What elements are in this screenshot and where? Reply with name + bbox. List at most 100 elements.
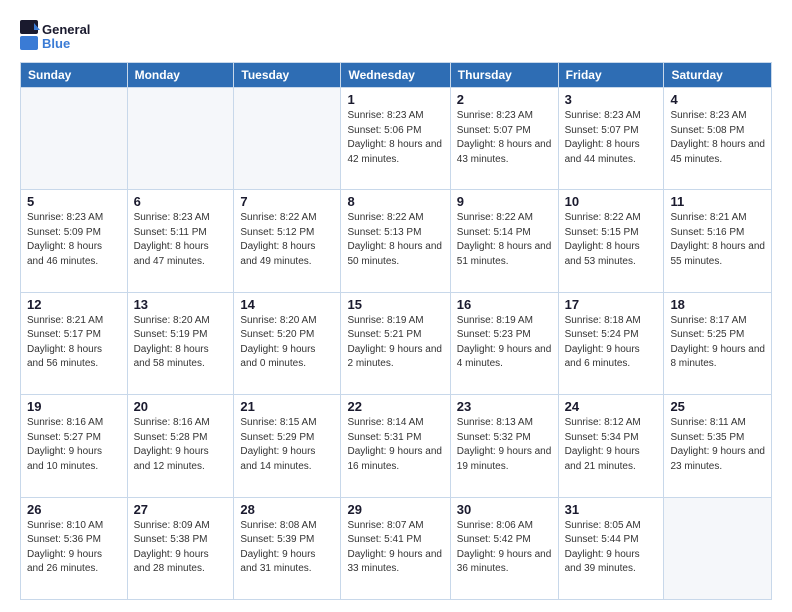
week-row-5: 26 Sunrise: 8:10 AM Sunset: 5:36 PM Dayli… (21, 497, 772, 599)
calendar-cell: 15Sunrise: 8:19 AM Sunset: 5:21 PM Dayli… (341, 292, 450, 394)
day-number: 23 (457, 399, 552, 414)
calendar-cell: 19 Sunrise: 8:16 AM Sunset: 5:27 PM Dayli… (21, 395, 128, 497)
day-number: 27 (134, 502, 228, 517)
weekday-header-row: SundayMondayTuesdayWednesdayThursdayFrid… (21, 63, 772, 88)
week-row-4: 19 Sunrise: 8:16 AM Sunset: 5:27 PM Dayli… (21, 395, 772, 497)
day-number: 1 (347, 92, 443, 107)
calendar-cell: 10Sunrise: 8:22 AM Sunset: 5:15 PM Dayli… (558, 190, 664, 292)
day-number: 11 (670, 194, 765, 209)
day-info: Sunrise: 8:23 AM Sunset: 5:06 PM Dayligh… (347, 109, 443, 167)
calendar-cell (21, 88, 128, 190)
day-info: Sunrise: 8:05 AM Sunset: 5:44 PM Dayligh… (565, 519, 658, 577)
day-info: Sunrise: 8:08 AM Sunset: 5:39 PM Dayligh… (240, 519, 334, 577)
calendar-cell: 14Sunrise: 8:20 AM Sunset: 5:20 PM Dayli… (234, 292, 341, 394)
svg-text:Blue: Blue (42, 36, 70, 51)
day-number: 21 (240, 399, 334, 414)
day-info: Sunrise: 8:10 AM Sunset: 5:36 PM Dayligh… (27, 519, 121, 577)
day-info: Sunrise: 8:09 AM Sunset: 5:38 PM Dayligh… (134, 519, 228, 577)
logo: General Blue (20, 18, 90, 54)
day-info: Sunrise: 8:23 AM Sunset: 5:11 PM Dayligh… (134, 211, 228, 269)
calendar-cell: 13 Sunrise: 8:20 AM Sunset: 5:19 PM Dayli… (127, 292, 234, 394)
calendar-cell: 28 Sunrise: 8:08 AM Sunset: 5:39 PM Dayli… (234, 497, 341, 599)
day-info: Sunrise: 8:23 AM Sunset: 5:09 PM Dayligh… (27, 211, 121, 269)
week-row-3: 12Sunrise: 8:21 AM Sunset: 5:17 PM Dayli… (21, 292, 772, 394)
logo-svg: General Blue (20, 18, 90, 54)
day-number: 18 (670, 297, 765, 312)
week-row-2: 5 Sunrise: 8:23 AM Sunset: 5:09 PM Daylig… (21, 190, 772, 292)
day-info: Sunrise: 8:16 AM Sunset: 5:27 PM Dayligh… (27, 416, 121, 474)
calendar-cell: 29Sunrise: 8:07 AM Sunset: 5:41 PM Dayli… (341, 497, 450, 599)
weekday-header-tuesday: Tuesday (234, 63, 341, 88)
calendar-cell: 8 Sunrise: 8:22 AM Sunset: 5:13 PM Daylig… (341, 190, 450, 292)
day-info: Sunrise: 8:19 AM Sunset: 5:23 PM Dayligh… (457, 314, 552, 372)
day-number: 17 (565, 297, 658, 312)
day-number: 13 (134, 297, 228, 312)
day-info: Sunrise: 8:18 AM Sunset: 5:24 PM Dayligh… (565, 314, 658, 372)
calendar-cell: 12Sunrise: 8:21 AM Sunset: 5:17 PM Dayli… (21, 292, 128, 394)
calendar-cell: 6Sunrise: 8:23 AM Sunset: 5:11 PM Daylig… (127, 190, 234, 292)
calendar-cell: 2 Sunrise: 8:23 AM Sunset: 5:07 PM Daylig… (450, 88, 558, 190)
day-number: 19 (27, 399, 121, 414)
calendar-cell: 20 Sunrise: 8:16 AM Sunset: 5:28 PM Dayli… (127, 395, 234, 497)
day-number: 8 (347, 194, 443, 209)
day-info: Sunrise: 8:20 AM Sunset: 5:20 PM Dayligh… (240, 314, 334, 372)
day-info: Sunrise: 8:11 AM Sunset: 5:35 PM Dayligh… (670, 416, 765, 474)
day-info: Sunrise: 8:17 AM Sunset: 5:25 PM Dayligh… (670, 314, 765, 372)
day-number: 29 (347, 502, 443, 517)
calendar-cell: 5 Sunrise: 8:23 AM Sunset: 5:09 PM Daylig… (21, 190, 128, 292)
day-number: 20 (134, 399, 228, 414)
day-info: Sunrise: 8:15 AM Sunset: 5:29 PM Dayligh… (240, 416, 334, 474)
week-row-1: 1 Sunrise: 8:23 AM Sunset: 5:06 PM Daylig… (21, 88, 772, 190)
day-info: Sunrise: 8:23 AM Sunset: 5:07 PM Dayligh… (565, 109, 658, 167)
day-number: 30 (457, 502, 552, 517)
weekday-header-wednesday: Wednesday (341, 63, 450, 88)
calendar-cell: 21 Sunrise: 8:15 AM Sunset: 5:29 PM Dayli… (234, 395, 341, 497)
weekday-header-saturday: Saturday (664, 63, 772, 88)
day-info: Sunrise: 8:21 AM Sunset: 5:16 PM Dayligh… (670, 211, 765, 269)
calendar-cell: 31Sunrise: 8:05 AM Sunset: 5:44 PM Dayli… (558, 497, 664, 599)
day-info: Sunrise: 8:22 AM Sunset: 5:12 PM Dayligh… (240, 211, 334, 269)
weekday-header-sunday: Sunday (21, 63, 128, 88)
calendar-cell: 22 Sunrise: 8:14 AM Sunset: 5:31 PM Dayli… (341, 395, 450, 497)
day-info: Sunrise: 8:12 AM Sunset: 5:34 PM Dayligh… (565, 416, 658, 474)
day-number: 26 (27, 502, 121, 517)
calendar-cell: 27 Sunrise: 8:09 AM Sunset: 5:38 PM Dayli… (127, 497, 234, 599)
day-number: 4 (670, 92, 765, 107)
calendar-cell (234, 88, 341, 190)
weekday-header-monday: Monday (127, 63, 234, 88)
day-number: 12 (27, 297, 121, 312)
calendar-cell (664, 497, 772, 599)
day-info: Sunrise: 8:23 AM Sunset: 5:07 PM Dayligh… (457, 109, 552, 167)
calendar-cell: 1 Sunrise: 8:23 AM Sunset: 5:06 PM Daylig… (341, 88, 450, 190)
svg-text:General: General (42, 22, 90, 37)
calendar-cell: 24 Sunrise: 8:12 AM Sunset: 5:34 PM Dayli… (558, 395, 664, 497)
calendar-cell: 3 Sunrise: 8:23 AM Sunset: 5:07 PM Daylig… (558, 88, 664, 190)
day-number: 28 (240, 502, 334, 517)
calendar-cell: 26 Sunrise: 8:10 AM Sunset: 5:36 PM Dayli… (21, 497, 128, 599)
day-info: Sunrise: 8:14 AM Sunset: 5:31 PM Dayligh… (347, 416, 443, 474)
calendar-table: SundayMondayTuesdayWednesdayThursdayFrid… (20, 62, 772, 600)
day-number: 24 (565, 399, 658, 414)
day-info: Sunrise: 8:23 AM Sunset: 5:08 PM Dayligh… (670, 109, 765, 167)
header: General Blue (20, 18, 772, 54)
weekday-header-friday: Friday (558, 63, 664, 88)
calendar-cell: 18 Sunrise: 8:17 AM Sunset: 5:25 PM Dayli… (664, 292, 772, 394)
calendar-cell: 30Sunrise: 8:06 AM Sunset: 5:42 PM Dayli… (450, 497, 558, 599)
day-number: 2 (457, 92, 552, 107)
calendar-cell: 9Sunrise: 8:22 AM Sunset: 5:14 PM Daylig… (450, 190, 558, 292)
day-number: 5 (27, 194, 121, 209)
day-number: 3 (565, 92, 658, 107)
day-info: Sunrise: 8:20 AM Sunset: 5:19 PM Dayligh… (134, 314, 228, 372)
weekday-header-thursday: Thursday (450, 63, 558, 88)
calendar-cell: 16Sunrise: 8:19 AM Sunset: 5:23 PM Dayli… (450, 292, 558, 394)
day-number: 22 (347, 399, 443, 414)
calendar-cell: 11 Sunrise: 8:21 AM Sunset: 5:16 PM Dayli… (664, 190, 772, 292)
day-number: 10 (565, 194, 658, 209)
day-info: Sunrise: 8:13 AM Sunset: 5:32 PM Dayligh… (457, 416, 552, 474)
day-info: Sunrise: 8:16 AM Sunset: 5:28 PM Dayligh… (134, 416, 228, 474)
day-info: Sunrise: 8:22 AM Sunset: 5:13 PM Dayligh… (347, 211, 443, 269)
day-number: 7 (240, 194, 334, 209)
day-info: Sunrise: 8:22 AM Sunset: 5:14 PM Dayligh… (457, 211, 552, 269)
day-number: 15 (347, 297, 443, 312)
calendar-cell (127, 88, 234, 190)
